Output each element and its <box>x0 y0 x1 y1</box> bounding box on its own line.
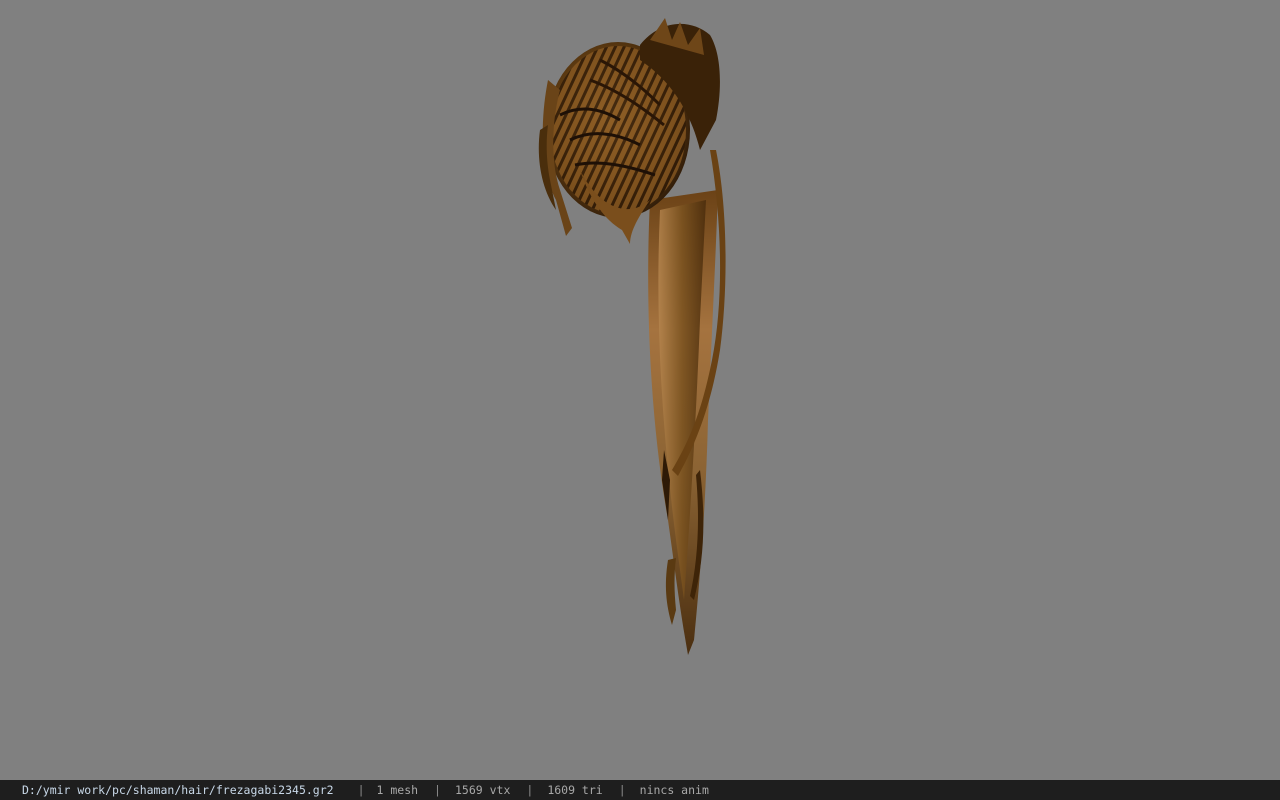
3d-viewport[interactable] <box>0 0 1280 780</box>
status-bar: D:/ymir work/pc/shaman/hair/frezagabi234… <box>0 780 1280 800</box>
hair-model-render <box>538 18 726 655</box>
mesh-count-label: 1 mesh <box>376 783 419 797</box>
separator: | <box>526 783 534 797</box>
triangle-count-label: 1609 tri <box>547 783 603 797</box>
animation-status-label: nincs anim <box>639 783 709 797</box>
separator: | <box>618 783 626 797</box>
file-path-label: D:/ymir work/pc/shaman/hair/frezagabi234… <box>22 783 334 797</box>
vertex-count-label: 1569 vtx <box>454 783 511 797</box>
separator: | <box>357 783 365 797</box>
ponytail <box>648 150 726 655</box>
separator: | <box>434 783 441 797</box>
